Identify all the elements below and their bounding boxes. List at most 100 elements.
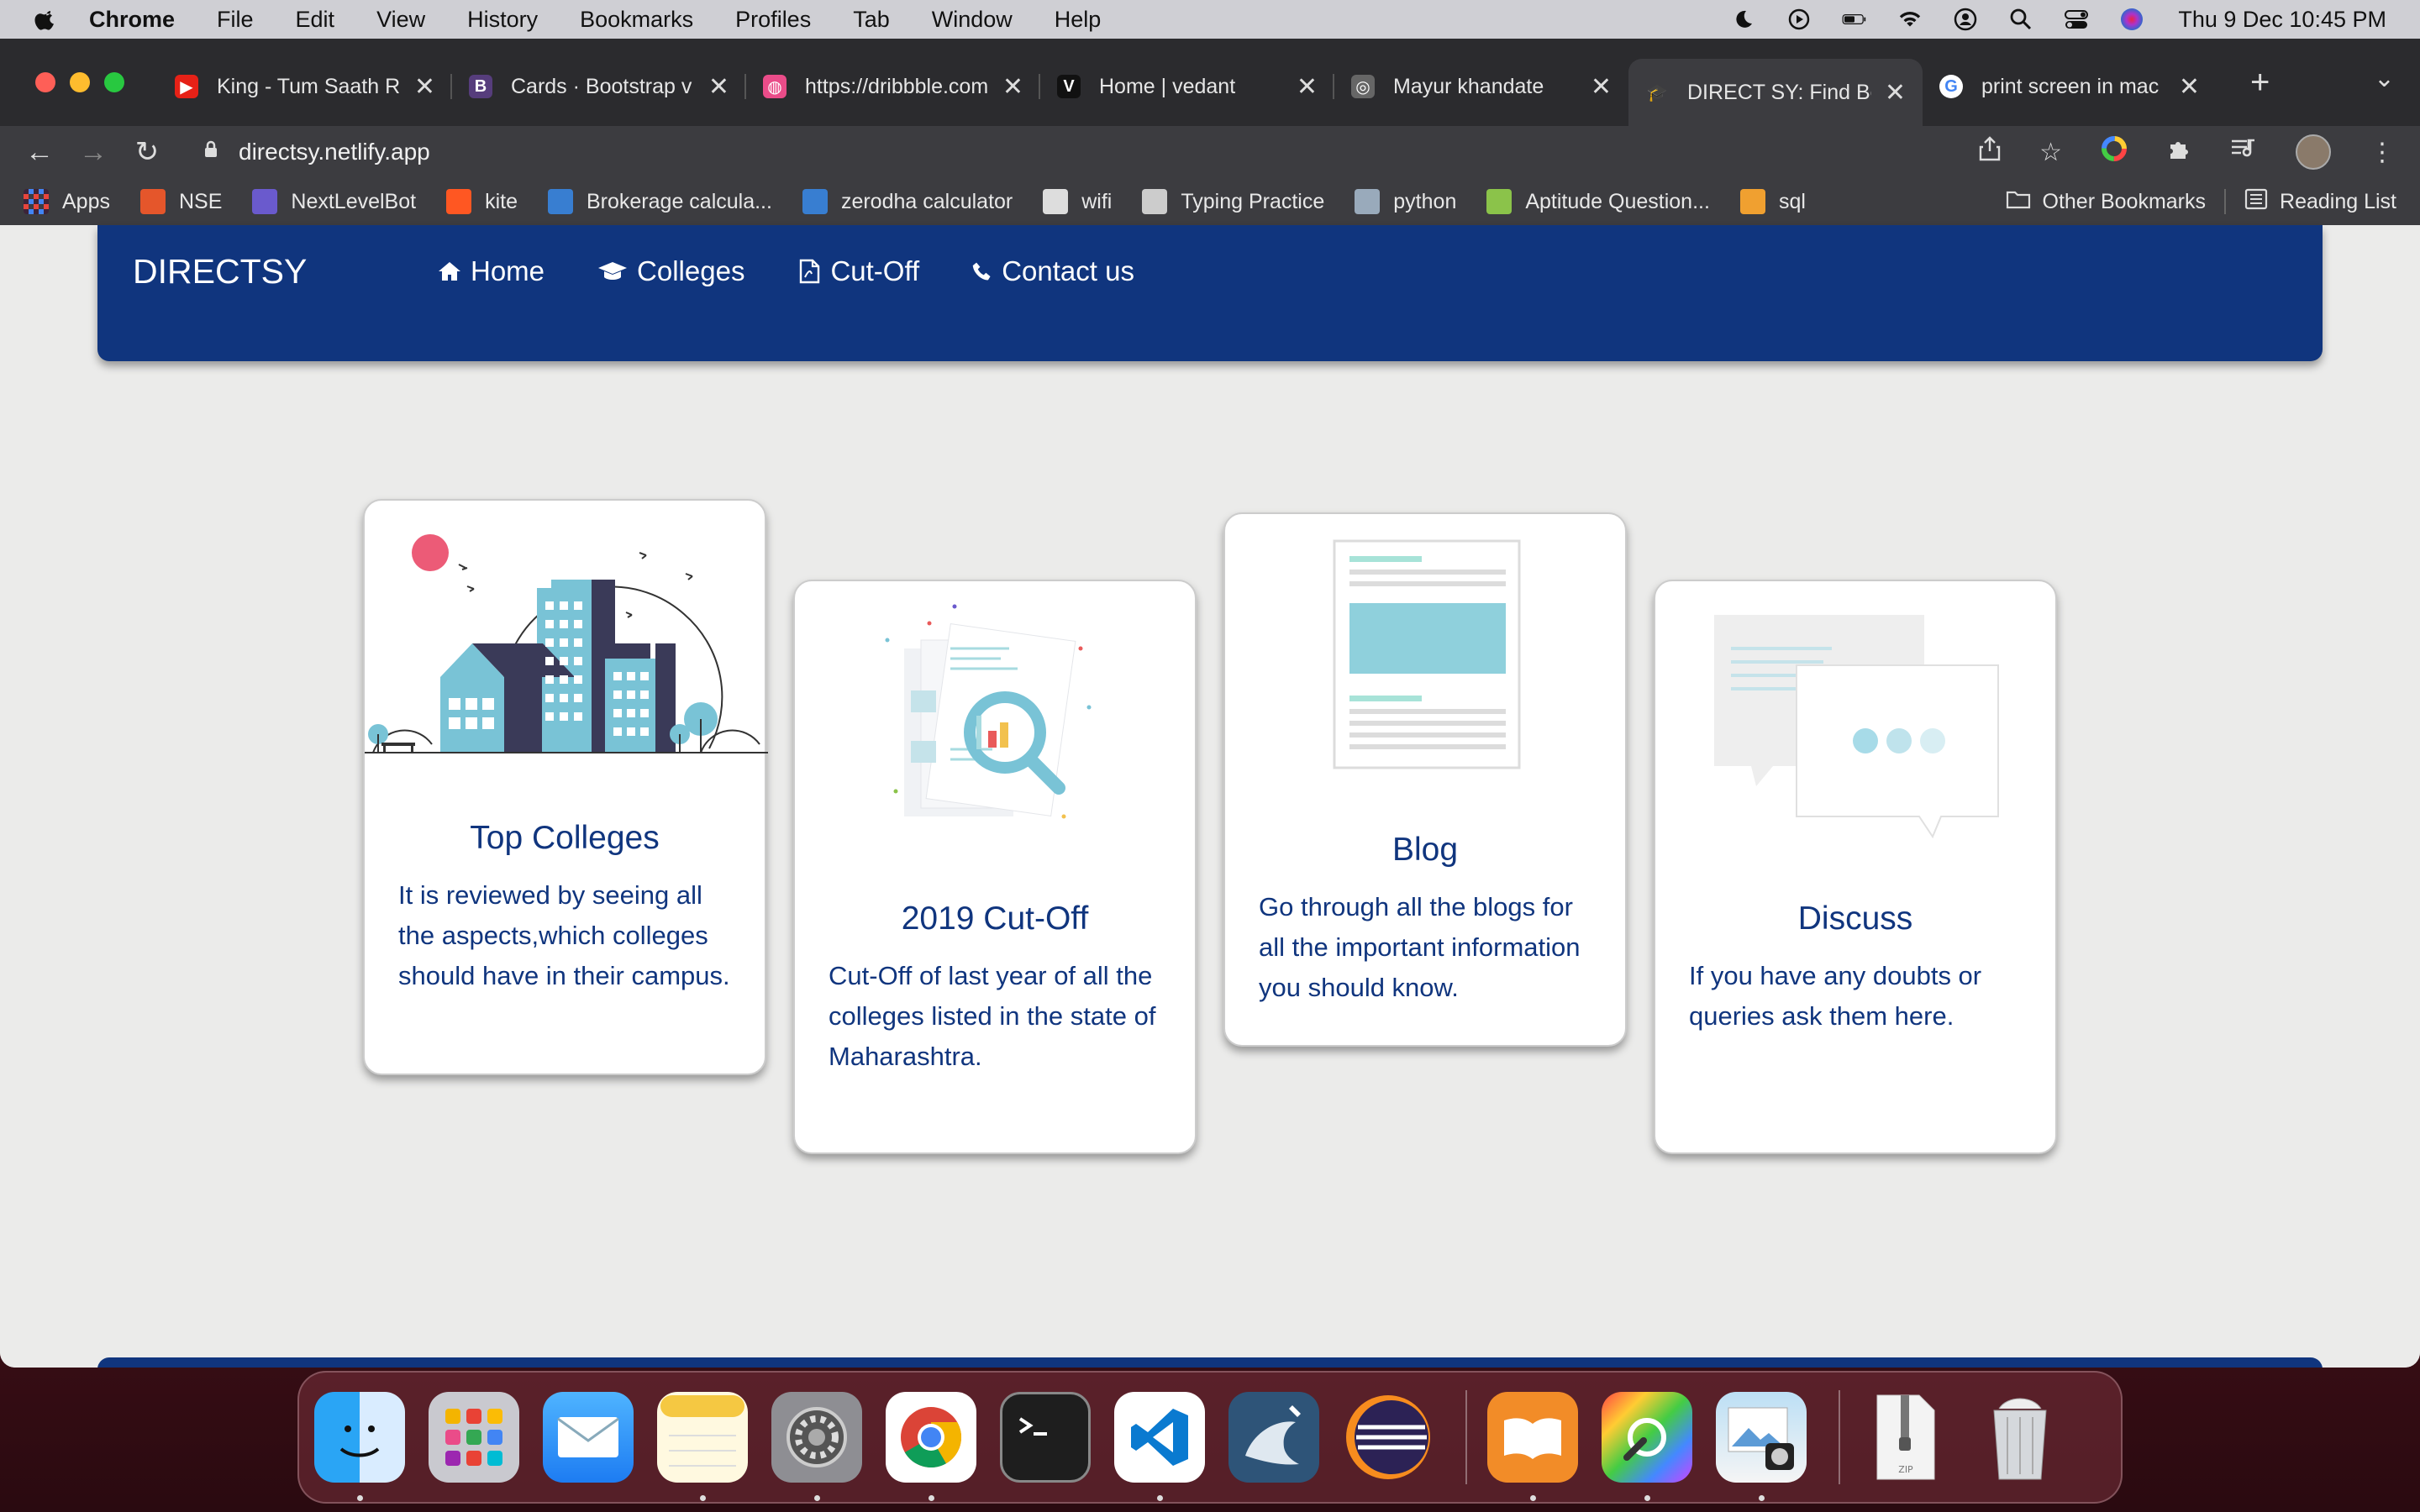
battery-icon[interactable]	[1842, 8, 1867, 31]
nav-contact-label: Contact us	[1002, 255, 1134, 286]
zoom-window-button[interactable]	[104, 72, 124, 92]
menu-app-name[interactable]: Chrome	[89, 7, 175, 33]
close-window-button[interactable]	[35, 72, 55, 92]
tab-search-chevron-icon[interactable]: ⌄	[2374, 64, 2395, 93]
close-tab-icon[interactable]: ✕	[2179, 72, 2200, 102]
menu-file[interactable]: File	[217, 7, 254, 33]
profile-avatar[interactable]	[2296, 134, 2331, 170]
browser-tab[interactable]: ◎ Mayur khandate ✕	[1334, 57, 1628, 116]
bookmark-item[interactable]: Apps	[24, 189, 110, 214]
reading-list[interactable]: Reading List	[2280, 190, 2396, 214]
dock-notes[interactable]	[657, 1392, 748, 1501]
dock-trash[interactable]	[1975, 1392, 2065, 1483]
menu-view[interactable]: View	[376, 7, 425, 33]
tab-title: King - Tum Saath R	[217, 74, 401, 98]
card-top-colleges[interactable]: Top Colleges It is reviewed by seeing al…	[363, 499, 768, 1075]
control-center-icon[interactable]	[2064, 8, 2089, 31]
bookmark-item[interactable]: Brokerage calcula...	[548, 189, 772, 214]
bookmark-item[interactable]: wifi	[1043, 189, 1112, 214]
lock-icon[interactable]	[203, 140, 218, 164]
dock-finder[interactable]	[314, 1392, 405, 1501]
other-bookmarks[interactable]: Other Bookmarks	[2043, 190, 2207, 214]
bookmark-label: Aptitude Question...	[1525, 189, 1710, 213]
siri-icon[interactable]	[2119, 8, 2144, 31]
card-blog[interactable]: Blog Go through all the blogs for all th…	[1223, 512, 1627, 1047]
chrome-menu-icon[interactable]: ⋮	[2370, 138, 2395, 167]
focus-moon-icon[interactable]	[1731, 8, 1756, 31]
dock-colorsync[interactable]	[1602, 1392, 1692, 1501]
back-button[interactable]: ←	[25, 136, 54, 169]
nav-cutoff[interactable]: Cut-Off	[797, 255, 919, 287]
city-buildings-illustration	[365, 534, 768, 753]
wifi-icon[interactable]	[1897, 8, 1923, 31]
media-queue-icon[interactable]	[2230, 137, 2257, 167]
forward-button[interactable]: →	[79, 136, 108, 169]
reload-button[interactable]: ↻	[133, 135, 161, 169]
bookmark-label: kite	[485, 189, 518, 213]
card-discuss[interactable]: Discuss If you have any doubts or querie…	[1654, 580, 2057, 1154]
dock-zip-archive[interactable]: ZIP	[1860, 1392, 1951, 1483]
menubar-datetime[interactable]: Thu 9 Dec 10:45 PM	[2178, 7, 2386, 33]
menu-history[interactable]: History	[467, 7, 538, 33]
close-tab-icon[interactable]: ✕	[1297, 72, 1318, 102]
dock-eclipse[interactable]	[1343, 1392, 1434, 1483]
bookmark-item[interactable]: python	[1355, 189, 1456, 214]
media-play-icon[interactable]	[1786, 8, 1812, 31]
close-tab-icon[interactable]: ✕	[1885, 78, 1906, 108]
browser-tab[interactable]: Gprint screen in mac ✕	[1923, 57, 2217, 116]
nav-home[interactable]: Home	[437, 255, 544, 287]
browser-tab[interactable]: ◍ https://dribbble.com ✕	[746, 57, 1040, 116]
dock-launchpad[interactable]	[429, 1392, 519, 1483]
site-brand[interactable]: DIRECTSY	[133, 252, 307, 291]
bookmark-item[interactable]: Typing Practice	[1142, 189, 1324, 214]
card-cutoff[interactable]: 2019 Cut-Off Cut-Off of last year of all…	[793, 580, 1197, 1154]
browser-tab[interactable]: B Cards · Bootstrap v ✕	[452, 57, 746, 116]
menu-window[interactable]: Window	[932, 7, 1013, 33]
dock-vscode[interactable]	[1114, 1392, 1205, 1501]
minimize-window-button[interactable]	[70, 72, 90, 92]
finder-face-icon	[339, 1425, 380, 1457]
bookmark-favicon-icon	[1142, 189, 1168, 214]
bookmark-item[interactable]: Aptitude Question...	[1486, 189, 1710, 214]
user-account-icon[interactable]	[1953, 8, 1978, 31]
browser-tab[interactable]: V Home | vedant ✕	[1040, 57, 1334, 116]
bookmark-item[interactable]: sql	[1739, 189, 1806, 214]
menu-bookmarks[interactable]: Bookmarks	[580, 7, 693, 33]
globe-favicon-icon: ◎	[1351, 75, 1375, 98]
dock-mail[interactable]	[543, 1392, 634, 1483]
menu-profiles[interactable]: Profiles	[735, 7, 811, 33]
bookmark-favicon-icon	[1043, 189, 1069, 214]
new-tab-button[interactable]: +	[2250, 64, 2270, 102]
menu-edit[interactable]: Edit	[296, 7, 335, 33]
dock-google-chrome[interactable]	[886, 1392, 976, 1501]
browser-tab[interactable]: ▶ King - Tum Saath R ✕	[158, 57, 452, 116]
dock-mysql-workbench[interactable]	[1228, 1392, 1319, 1483]
mail-envelope-icon	[557, 1417, 619, 1457]
nav-colleges[interactable]: Colleges	[597, 255, 744, 287]
browser-tab[interactable]: 🎓 DIRECT SY: Find Be ✕	[1628, 59, 1923, 126]
spotlight-search-icon[interactable]	[2008, 8, 2033, 31]
bookmark-star-icon[interactable]: ☆	[2039, 138, 2062, 167]
close-tab-icon[interactable]: ✕	[1002, 72, 1023, 102]
nav-contact[interactable]: Contact us	[971, 255, 1134, 287]
address-bar[interactable]: directsy.netlify.app	[239, 139, 430, 165]
bookmark-item[interactable]: zerodha calculator	[802, 189, 1013, 214]
dock-system-preferences[interactable]	[771, 1392, 862, 1501]
apple-logo-icon[interactable]	[34, 7, 59, 32]
dock-preview[interactable]	[1716, 1392, 1807, 1501]
color-extension-icon[interactable]	[2101, 135, 2128, 169]
menu-tab[interactable]: Tab	[853, 7, 890, 33]
menu-help[interactable]: Help	[1055, 7, 1102, 33]
close-tab-icon[interactable]: ✕	[708, 72, 729, 102]
bookmark-item[interactable]: NSE	[139, 189, 222, 214]
bookmark-item[interactable]: NextLevelBot	[252, 189, 416, 214]
bookmark-item[interactable]: kite	[446, 189, 518, 214]
close-tab-icon[interactable]: ✕	[414, 72, 435, 102]
dock-books[interactable]	[1487, 1392, 1578, 1501]
dribbble-favicon-icon: ◍	[763, 75, 786, 98]
share-icon[interactable]	[1979, 136, 2001, 168]
extensions-puzzle-icon[interactable]	[2166, 136, 2191, 168]
close-tab-icon[interactable]: ✕	[1591, 72, 1612, 102]
nav-cutoff-label: Cut-Off	[830, 255, 920, 286]
dock-terminal[interactable]	[1000, 1392, 1091, 1483]
